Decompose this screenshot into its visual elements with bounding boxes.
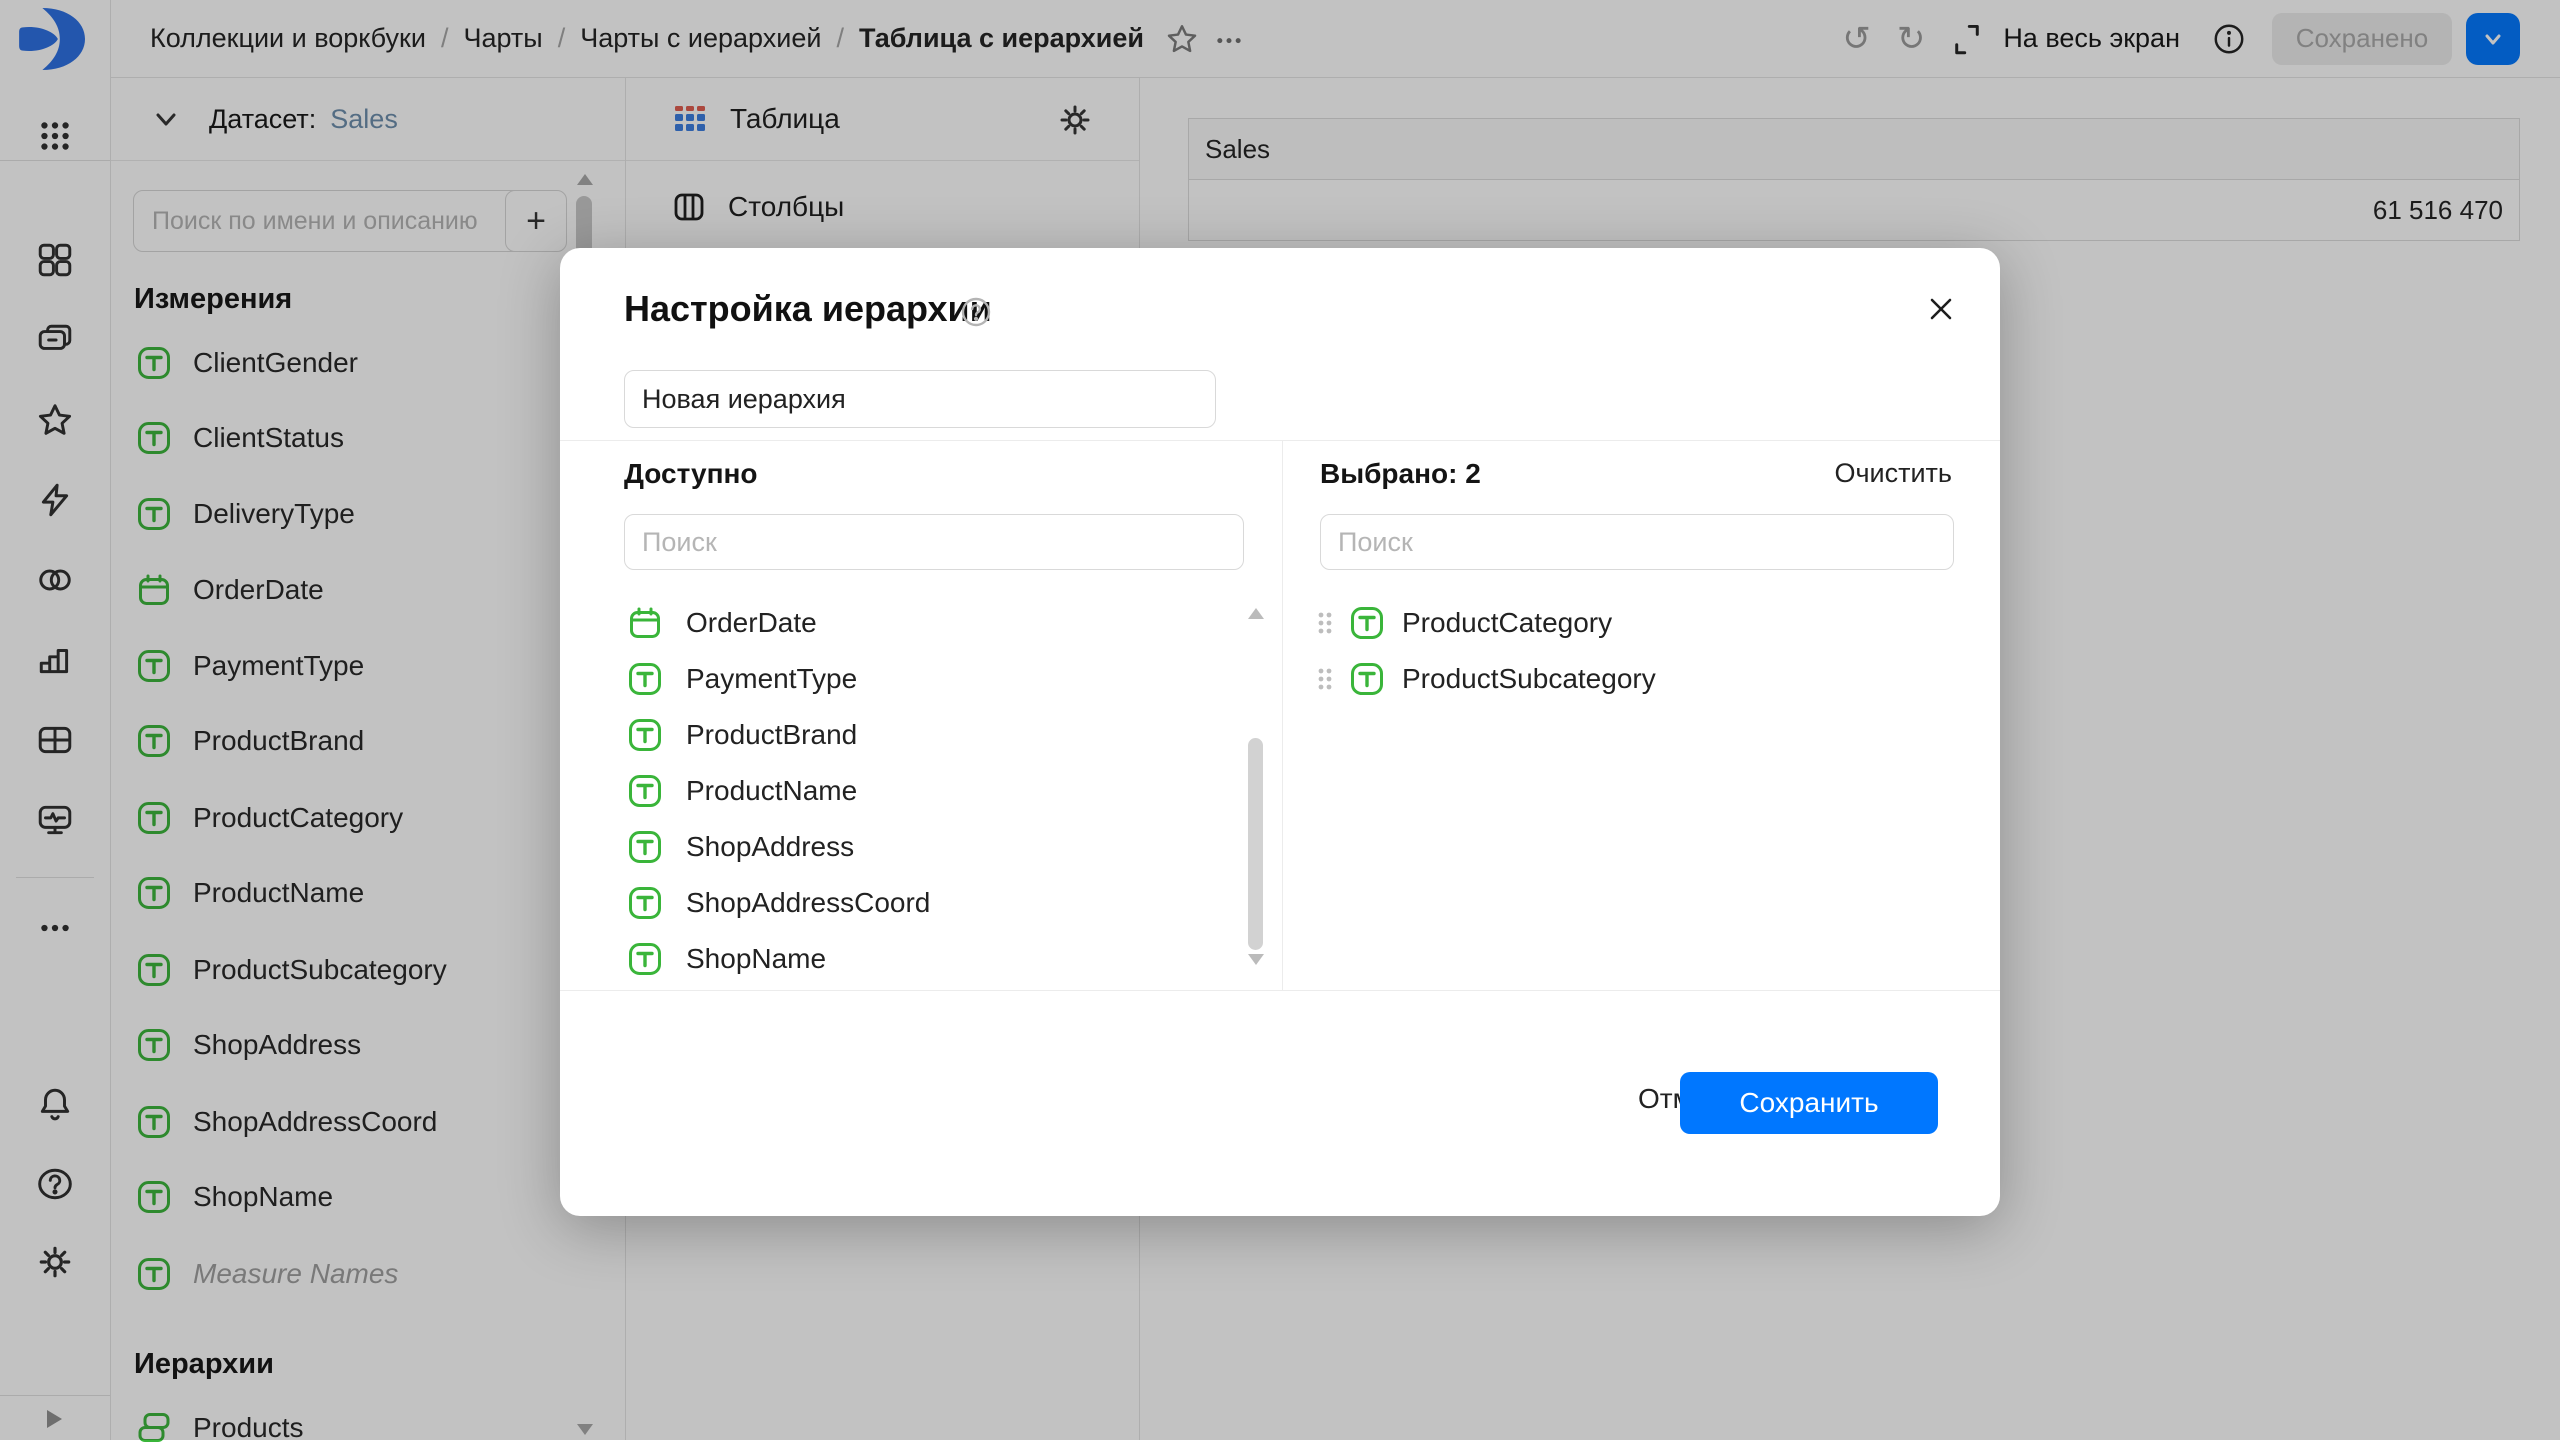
available-item[interactable]: ShopName: [628, 931, 826, 987]
text-field-icon: [628, 830, 662, 864]
list-scroll-up-icon[interactable]: [1248, 608, 1264, 619]
available-item[interactable]: ProductBrand: [628, 707, 857, 763]
text-field-icon: [1350, 606, 1384, 640]
available-search-input[interactable]: [624, 514, 1244, 570]
save-button[interactable]: Сохранить: [1680, 1072, 1938, 1134]
clear-selection-link[interactable]: Очистить: [1834, 458, 1952, 489]
hierarchy-settings-modal: Настройка иерархии Доступно OrderDate Pa…: [560, 248, 2000, 1216]
modal-title: Настройка иерархии: [624, 288, 992, 330]
drag-handle-icon[interactable]: [1318, 611, 1332, 635]
modal-divider: [560, 440, 2000, 441]
list-scrollbar-thumb[interactable]: [1248, 738, 1263, 950]
selected-item[interactable]: ProductSubcategory: [1318, 651, 1656, 707]
available-item[interactable]: ProductName: [628, 763, 857, 819]
text-field-icon: [628, 886, 662, 920]
text-field-icon: [628, 774, 662, 808]
modal-column-divider: [1282, 440, 1283, 990]
modal-footer-divider: [560, 990, 2000, 991]
available-item[interactable]: PaymentType: [628, 651, 857, 707]
selected-search-input[interactable]: [1320, 514, 1954, 570]
available-column-title: Доступно: [624, 458, 758, 490]
list-scroll-down-icon[interactable]: [1248, 954, 1264, 965]
available-item[interactable]: ShopAddress: [628, 819, 854, 875]
close-icon[interactable]: [1924, 292, 1958, 326]
selected-column-title: Выбрано: 2: [1320, 458, 1481, 490]
available-item[interactable]: ShopAddressCoord: [628, 875, 930, 931]
text-field-icon: [1350, 662, 1384, 696]
drag-handle-icon[interactable]: [1318, 667, 1332, 691]
text-field-icon: [628, 942, 662, 976]
selected-item[interactable]: ProductCategory: [1318, 595, 1612, 651]
calendar-icon: [628, 606, 662, 640]
help-circle-icon[interactable]: [960, 296, 992, 328]
available-item[interactable]: OrderDate: [628, 595, 817, 651]
text-field-icon: [628, 718, 662, 752]
hierarchy-name-input[interactable]: [624, 370, 1216, 428]
text-field-icon: [628, 662, 662, 696]
